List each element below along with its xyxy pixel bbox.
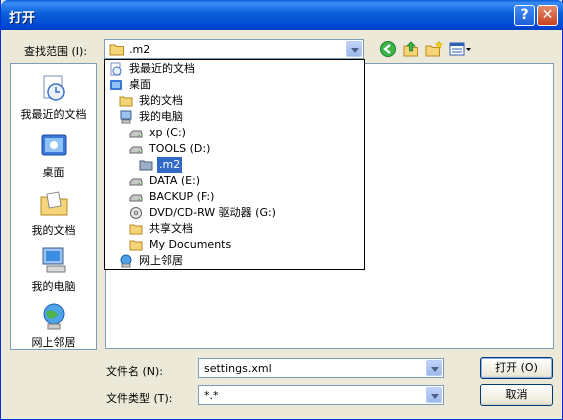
dropdown-item-label: 我最近的文档 xyxy=(129,62,195,75)
drive-icon xyxy=(129,130,143,138)
help-button[interactable]: ? xyxy=(514,5,535,26)
cd-drive-icon xyxy=(130,207,142,219)
close-button[interactable]: ✕ xyxy=(537,5,558,26)
place-label: 我最近的文档 xyxy=(20,108,87,121)
dropdown-item-label: My Documents xyxy=(149,238,232,251)
open-file-dialog: 打开 ? ✕ 查找范围 (I): .m2 我最近的文档 桌面 我的文档 我的电脑… xyxy=(0,0,563,420)
network-places-icon xyxy=(43,303,64,330)
chevron-down-icon[interactable] xyxy=(426,360,442,376)
place-label: 我的电脑 xyxy=(31,280,76,293)
dropdown-item-label: 网上邻居 xyxy=(139,254,183,267)
folder-open-icon xyxy=(139,160,153,171)
filetype-value: *.* xyxy=(204,389,219,402)
dropdown-item-label: 我的文档 xyxy=(139,94,183,107)
dropdown-item-label: xp (C:) xyxy=(149,126,186,139)
open-button[interactable]: 打开 (O) xyxy=(480,357,553,379)
dropdown-item-label: DVD/CD-RW 驱动器 (G:) xyxy=(149,206,276,219)
place-my-computer[interactable]: 我的电脑 xyxy=(11,244,96,298)
desktop-icon xyxy=(41,134,66,156)
dropdown-item-label: BACKUP (F:) xyxy=(149,190,215,203)
drive-icon xyxy=(129,146,143,154)
folder-icon xyxy=(129,224,143,235)
dialog-title: 打开 xyxy=(9,11,36,26)
my-computer-icon xyxy=(42,247,65,273)
filename-value: settings.xml xyxy=(204,362,272,375)
place-network[interactable]: 网上邻居 xyxy=(11,300,96,354)
chevron-down-icon[interactable] xyxy=(346,41,362,57)
lookin-dropdown-list: 我最近的文档 桌面 我的文档 我的电脑 xp (C:) TOOLS (D:) .… xyxy=(104,59,365,270)
place-label: 我的文档 xyxy=(31,224,76,237)
places-bar: 我最近的文档 桌面 我的文档 我的电脑 网上邻居 xyxy=(10,63,97,350)
place-recent[interactable]: 我最近的文档 xyxy=(11,72,96,126)
chevron-down-icon[interactable] xyxy=(426,387,442,403)
filetype-label: 文件类型 (T): xyxy=(106,392,173,405)
lookin-value: .m2 xyxy=(129,43,151,56)
lookin-combo[interactable]: .m2 xyxy=(104,39,364,59)
back-icon[interactable] xyxy=(379,40,397,58)
dropdown-item-label: TOOLS (D:) xyxy=(149,142,211,155)
up-folder-icon[interactable] xyxy=(402,40,420,58)
recent-documents-icon xyxy=(43,75,65,101)
dropdown-item-label: 共享文档 xyxy=(149,222,193,235)
title-bar[interactable]: 打开 ? ✕ xyxy=(1,0,563,30)
place-desktop[interactable]: 桌面 xyxy=(11,130,96,184)
place-label: 网上邻居 xyxy=(31,336,76,349)
lookin-label: 查找范围 (I): xyxy=(24,45,88,58)
filename-combo[interactable]: settings.xml xyxy=(198,358,444,378)
dropdown-item-label: .m2 xyxy=(157,157,183,173)
my-documents-icon xyxy=(40,191,67,216)
views-menu-icon[interactable] xyxy=(449,40,473,58)
drive-icon xyxy=(129,194,143,202)
dropdown-item-label: DATA (E:) xyxy=(149,174,201,187)
dropdown-item-label: 我的电脑 xyxy=(139,110,183,123)
folder-icon xyxy=(109,44,124,56)
computer-icon xyxy=(120,110,132,124)
desktop-icon xyxy=(110,80,122,90)
folder-icon xyxy=(129,240,143,251)
place-my-documents[interactable]: 我的文档 xyxy=(11,188,96,242)
filetype-combo[interactable]: *.* xyxy=(198,385,444,405)
new-folder-icon[interactable] xyxy=(425,40,443,58)
recent-documents-icon xyxy=(110,62,122,76)
drive-icon xyxy=(129,178,143,186)
cancel-button[interactable]: 取消 xyxy=(480,384,553,406)
filename-label: 文件名 (N): xyxy=(106,365,164,378)
folder-icon xyxy=(119,96,133,107)
dropdown-item-label: 桌面 xyxy=(129,78,151,91)
place-label: 桌面 xyxy=(42,166,65,179)
network-icon xyxy=(120,254,132,268)
